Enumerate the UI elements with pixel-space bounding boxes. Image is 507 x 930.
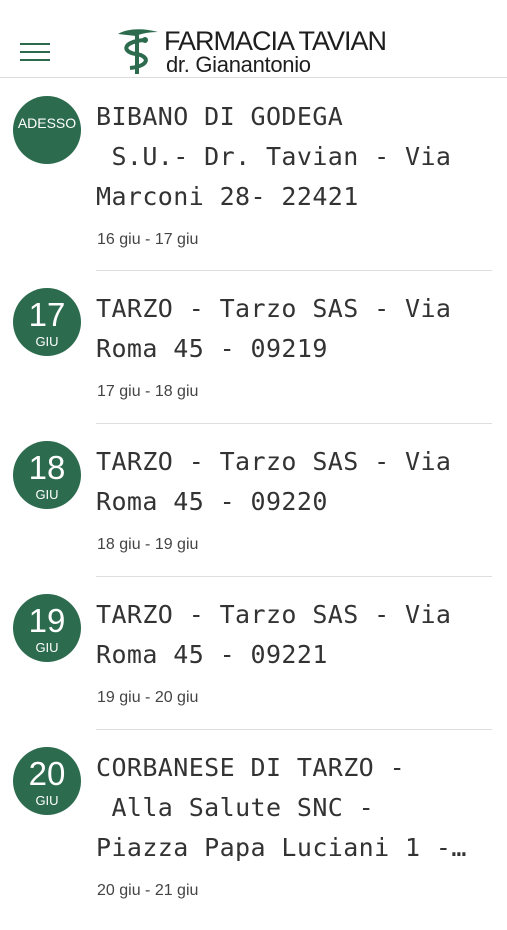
date-badge: 17 GIU — [13, 288, 81, 356]
badge-month: GIU — [35, 334, 59, 349]
date-range: 20 giu - 21 giu — [97, 882, 199, 899]
pharmacy-name: TARZO - Tarzo SAS - Via Roma 45 - 09219 — [96, 294, 452, 363]
date-range: 19 giu - 20 giu — [97, 689, 199, 706]
caduceus-icon — [118, 29, 158, 74]
badge-day: 18 — [28, 449, 66, 486]
date-range: 16 giu - 17 giu — [97, 231, 199, 248]
date-range: 17 giu - 18 giu — [97, 383, 199, 400]
badge-day: 17 — [28, 296, 66, 333]
list-item[interactable]: 17 GIU TARZO - Tarzo SAS - Via Roma 45 -… — [0, 271, 507, 424]
date-badge: 20 GIU — [13, 747, 81, 815]
date-badge: 18 GIU — [13, 441, 81, 509]
date-range: 18 giu - 19 giu — [97, 536, 199, 553]
date-badge: 19 GIU — [13, 594, 81, 662]
pharmacy-name: BIBANO DI GODEGA S.U.- Dr. Tavian - Via … — [96, 102, 452, 211]
list-item[interactable]: 19 GIU TARZO - Tarzo SAS - Via Roma 45 -… — [0, 577, 507, 730]
pharmacy-name: TARZO - Tarzo SAS - Via Roma 45 - 09220 — [96, 447, 452, 516]
badge-day: 20 — [28, 755, 66, 792]
pharmacy-logo: FARMACIA TAVIAN dr. Gianantonio — [114, 26, 396, 78]
list-item[interactable]: 20 GIU CORBANESE DI TARZO - Alla Salute … — [0, 730, 507, 930]
pharmacy-name: TARZO - Tarzo SAS - Via Roma 45 - 09221 — [96, 600, 452, 669]
list-item[interactable]: ADESSO BIBANO DI GODEGA S.U.- Dr. Tavian… — [0, 79, 507, 271]
badge-month: GIU — [35, 487, 59, 502]
pharmacy-shift-list: ADESSO BIBANO DI GODEGA S.U.- Dr. Tavian… — [0, 79, 507, 930]
hamburger-menu-icon[interactable] — [20, 40, 50, 62]
badge-month: GIU — [35, 640, 59, 655]
pharmacy-name: CORBANESE DI TARZO - Alla Salute SNC - P… — [96, 753, 467, 862]
now-badge-label: ADESSO — [17, 115, 77, 131]
date-badge: ADESSO — [13, 96, 81, 164]
logo-subtitle: dr. Gianantonio — [166, 52, 311, 77]
app-header: FARMACIA TAVIAN dr. Gianantonio — [0, 0, 507, 78]
list-item[interactable]: 18 GIU TARZO - Tarzo SAS - Via Roma 45 -… — [0, 424, 507, 577]
badge-day: 19 — [28, 602, 66, 639]
badge-month: GIU — [35, 793, 59, 808]
